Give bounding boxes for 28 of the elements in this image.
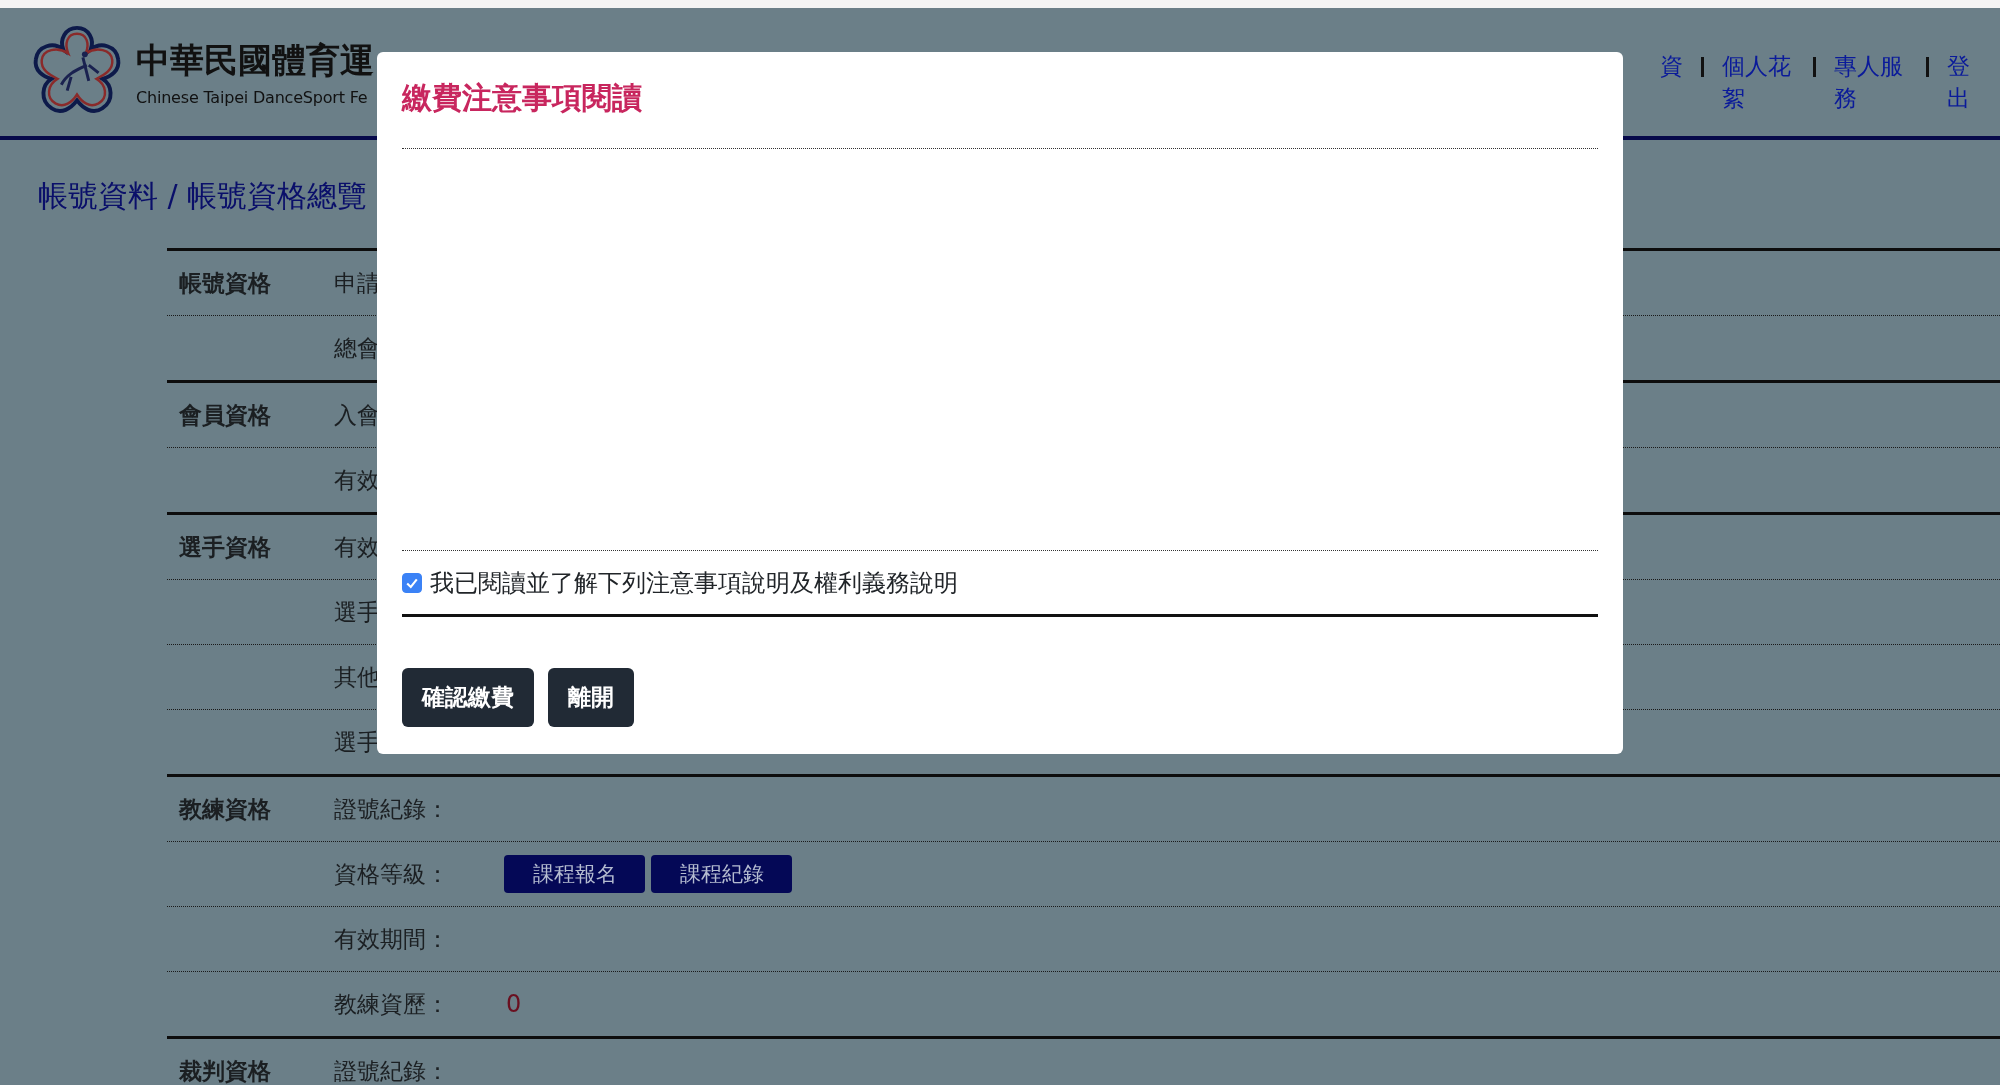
site-title: 中華民國體育運: [136, 39, 374, 82]
agree-label: 我已閱讀並了解下列注意事項說明及權利義務說明: [430, 567, 958, 599]
field-label: 證號紀錄：: [334, 1057, 449, 1084]
dialog-button[interactable]: 確認繳費: [402, 668, 534, 727]
field-label: 有效: [334, 466, 380, 493]
course-button[interactable]: 課程紀錄: [651, 855, 792, 893]
field-label: 教練資歷：: [334, 990, 449, 1017]
field-label: 資格等級：: [334, 860, 449, 887]
group-label: 選手資格: [179, 533, 271, 560]
modal-title: 繳費注意事項閱讀: [402, 78, 1598, 149]
site-subtitle: Chinese Taipei DanceSport Fe: [136, 88, 369, 107]
course-button[interactable]: 課程報名: [504, 855, 645, 893]
field-value: 0: [506, 990, 522, 1018]
field-label: 證號紀錄：: [334, 795, 449, 822]
field-label: 選手: [334, 598, 380, 625]
agree-checkbox[interactable]: [402, 572, 422, 593]
group-label: 裁判資格: [179, 1057, 271, 1084]
field-label: 選手: [334, 728, 380, 755]
field-label: 總會: [334, 334, 380, 361]
breadcrumb: 帳號資料 / 帳號資格總覽: [38, 177, 369, 215]
dialog-button[interactable]: 離開: [548, 668, 634, 727]
group-label: 教練資格: [179, 795, 271, 822]
field-label: 有效期間：: [334, 925, 449, 952]
field-label: 入會: [334, 401, 380, 428]
group-label: 帳號資格: [179, 269, 271, 296]
field-label: 申請: [334, 269, 380, 296]
group-label: 會員資格: [179, 401, 271, 428]
field-label: 有效: [334, 533, 380, 560]
